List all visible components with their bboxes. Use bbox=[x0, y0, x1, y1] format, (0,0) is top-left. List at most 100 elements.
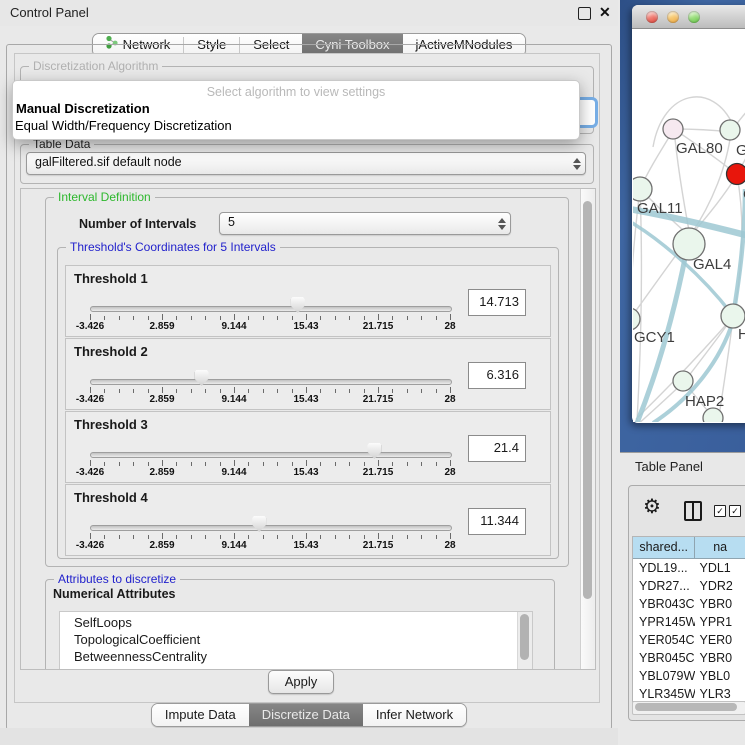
bottom-tab-bar: Impute DataDiscretize DataInfer Network bbox=[0, 703, 618, 727]
column-header-shared-[interactable]: shared... bbox=[633, 537, 695, 559]
node-table[interactable]: shared...na YDL19...YDL1YDR27...YDR2YBR0… bbox=[632, 536, 745, 702]
network-node-h[interactable] bbox=[721, 304, 745, 328]
table-row[interactable]: YLR345WYLR3 bbox=[633, 685, 745, 702]
minimize-traffic-light-icon[interactable] bbox=[667, 11, 679, 23]
slider-rail[interactable] bbox=[90, 379, 452, 385]
tick-label: 15.43 bbox=[280, 394, 332, 405]
slider-rail[interactable] bbox=[90, 525, 452, 531]
network-node-hap2[interactable] bbox=[673, 371, 693, 391]
table-cell: YER0 bbox=[695, 631, 745, 649]
table-cell: YBL0 bbox=[695, 667, 745, 685]
close-traffic-light-icon[interactable] bbox=[646, 11, 658, 23]
attributes-group-title: Attributes to discretize bbox=[54, 572, 180, 586]
threshold-panel-1: Threshold 1-3.4262.8599.14415.4321.71528… bbox=[65, 265, 551, 337]
control-panel-titlebar: Control Panel ✕ bbox=[0, 0, 618, 26]
table-cell: YDR2 bbox=[695, 577, 745, 595]
table-row[interactable]: YER054CYER0 bbox=[633, 631, 745, 649]
table-row[interactable]: YPR145WYPR1 bbox=[633, 613, 745, 631]
combo-stepper-icon bbox=[573, 153, 581, 174]
table-row[interactable]: YBR043CYBR0 bbox=[633, 595, 745, 613]
tick-label: -3.426 bbox=[64, 394, 116, 405]
dropdown-option-equal-width[interactable]: Equal Width/Frequency Discretization bbox=[15, 118, 232, 133]
interval-definition-title: Interval Definition bbox=[54, 190, 155, 204]
table-cell: YPR145W bbox=[633, 613, 695, 631]
network-node-gcy1[interactable] bbox=[633, 308, 640, 330]
table-panel-title: Table Panel bbox=[635, 459, 703, 474]
threshold-label: Threshold 2 bbox=[74, 344, 148, 359]
dropdown-placeholder: Select algorithm to view settings bbox=[13, 85, 579, 99]
table-cell: YBR0 bbox=[695, 595, 745, 613]
tick-label: 21.715 bbox=[352, 321, 404, 332]
attribute-list-item[interactable]: BetweennessCentrality bbox=[60, 648, 532, 665]
tick-label: 28 bbox=[424, 467, 476, 478]
attribute-list-item[interactable]: TopologicalCoefficient bbox=[60, 631, 532, 648]
tick-label: -3.426 bbox=[64, 321, 116, 332]
table-cell: YER054C bbox=[633, 631, 695, 649]
apply-button[interactable]: Apply bbox=[268, 670, 334, 694]
checkbox-icon[interactable]: ✓ bbox=[729, 505, 741, 517]
threshold-label: Threshold 3 bbox=[74, 417, 148, 432]
table-row[interactable]: YBR045CYBR0 bbox=[633, 649, 745, 667]
node-label: GCY1 bbox=[634, 329, 675, 346]
list-scrollbar[interactable] bbox=[517, 612, 532, 670]
table-row[interactable]: YDR27...YDR2 bbox=[633, 577, 745, 595]
panel-title: Control Panel bbox=[10, 5, 89, 20]
main-scrollbar[interactable] bbox=[580, 189, 595, 669]
network-window-titlebar bbox=[632, 5, 745, 29]
tick-label: 21.715 bbox=[352, 394, 404, 405]
tick-label: 2.859 bbox=[136, 321, 188, 332]
numerical-attributes-list[interactable]: SelfLoopsTopologicalCoefficientBetweenne… bbox=[59, 611, 533, 670]
table-cell: YBL079W bbox=[633, 667, 695, 685]
node-label: GAL80 bbox=[676, 140, 723, 157]
checkbox-icon[interactable]: ✓ bbox=[714, 505, 726, 517]
table-row[interactable]: YBL079WYBL0 bbox=[633, 667, 745, 685]
network-node-ga[interactable] bbox=[720, 120, 740, 140]
tick-label: 2.859 bbox=[136, 540, 188, 551]
network-node-gal80[interactable] bbox=[663, 119, 683, 139]
columns-icon[interactable] bbox=[684, 501, 702, 521]
threshold-value-field[interactable]: 14.713 bbox=[468, 289, 526, 316]
tick-label: 2.859 bbox=[136, 467, 188, 478]
slider-rail[interactable] bbox=[90, 452, 452, 458]
number-of-intervals-combobox[interactable]: 5 bbox=[219, 212, 511, 235]
threshold-panel-2: Threshold 2-3.4262.8599.14415.4321.71528… bbox=[65, 338, 551, 410]
tick-label: -3.426 bbox=[64, 540, 116, 551]
tick-label: 28 bbox=[424, 321, 476, 332]
tick-label: 15.43 bbox=[280, 467, 332, 478]
tab-discretize-data[interactable]: Discretize Data bbox=[249, 704, 363, 726]
slider-rail[interactable] bbox=[90, 306, 452, 312]
number-of-intervals-value: 5 bbox=[228, 215, 235, 229]
table-cell: YLR345W bbox=[633, 685, 695, 702]
attribute-list-item[interactable]: SelfLoops bbox=[60, 614, 532, 631]
thresholds-group-title: Threshold's Coordinates for 5 Intervals bbox=[66, 240, 280, 254]
network-node-gal11[interactable] bbox=[633, 177, 652, 201]
network-canvas[interactable]: GAL80GACGAL11GAL4GCY1HHAP2 bbox=[633, 29, 745, 422]
table-cell: YDR27... bbox=[633, 577, 695, 595]
tab-infer-network[interactable]: Infer Network bbox=[363, 704, 466, 726]
table-cell: YPR1 bbox=[695, 613, 745, 631]
gear-icon[interactable]: ⚙ bbox=[643, 497, 661, 517]
zoom-traffic-light-icon[interactable] bbox=[688, 11, 700, 23]
threshold-value-field[interactable]: 6.316 bbox=[468, 362, 526, 389]
dropdown-option-manual[interactable]: Manual Discretization bbox=[16, 101, 150, 116]
table-data-combobox[interactable]: galFiltered.sif default node bbox=[26, 152, 586, 175]
close-icon[interactable]: ✕ bbox=[599, 4, 611, 21]
network-node[interactable] bbox=[703, 408, 723, 422]
table-h-scrollbar[interactable] bbox=[632, 701, 745, 715]
threshold-label: Threshold 1 bbox=[74, 271, 148, 286]
tick-label: 9.144 bbox=[208, 321, 260, 332]
network-node-c[interactable] bbox=[727, 164, 745, 185]
threshold-panel-4: Threshold 4-3.4262.8599.14415.4321.71528… bbox=[65, 484, 551, 556]
tick-label: 9.144 bbox=[208, 467, 260, 478]
tick-label: 28 bbox=[424, 394, 476, 405]
float-window-icon[interactable] bbox=[578, 7, 591, 20]
table-row[interactable]: YDL19...YDL1 bbox=[633, 559, 745, 577]
numerical-attributes-label: Numerical Attributes bbox=[53, 587, 175, 601]
threshold-value-field[interactable]: 11.344 bbox=[468, 508, 526, 535]
column-header-na[interactable]: na bbox=[695, 537, 745, 559]
tab-impute-data[interactable]: Impute Data bbox=[152, 704, 249, 726]
tick-label: 9.144 bbox=[208, 540, 260, 551]
table-data-value: galFiltered.sif default node bbox=[35, 155, 182, 169]
settings-scroll-pane: Interval Definition Number of Intervals … bbox=[20, 188, 596, 670]
threshold-value-field[interactable]: 21.4 bbox=[468, 435, 526, 462]
